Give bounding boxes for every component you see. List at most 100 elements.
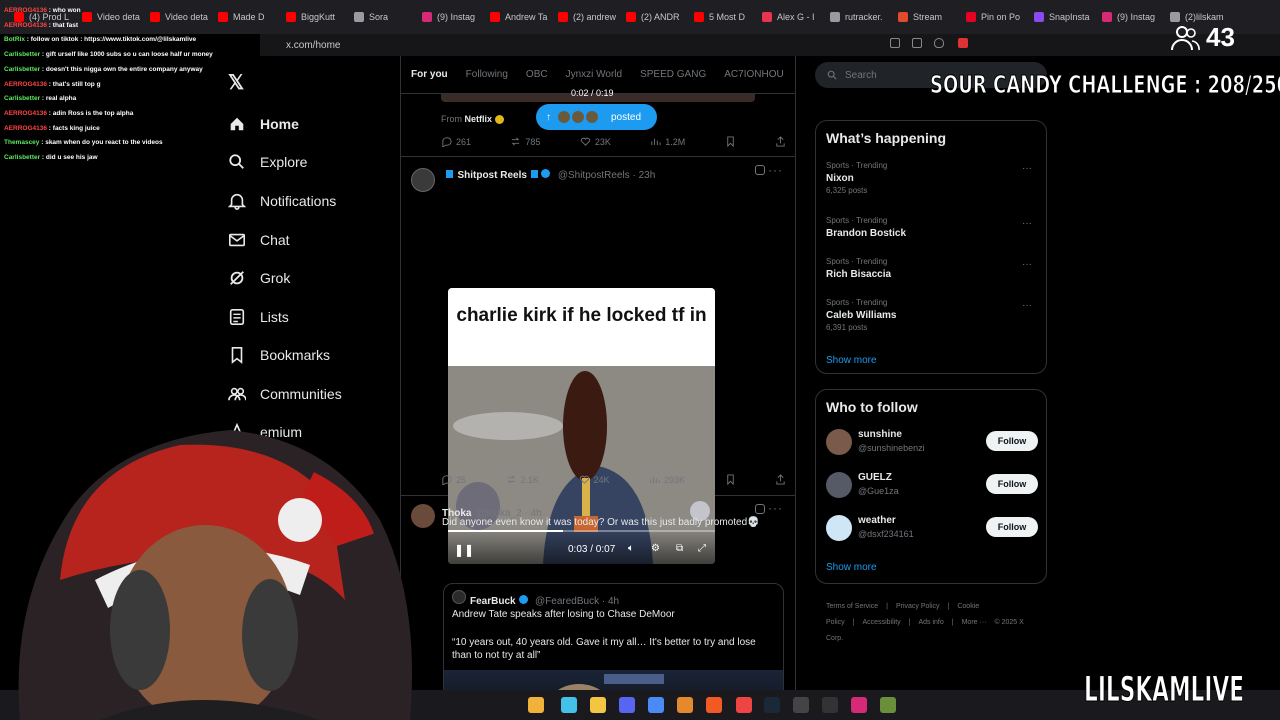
author-handle[interactable]: @ShitpostReels · 23h xyxy=(558,170,655,181)
avatar[interactable] xyxy=(411,168,435,192)
feed-tab[interactable]: Following xyxy=(466,69,508,80)
media-icon[interactable] xyxy=(880,697,896,713)
follow-button[interactable]: Follow xyxy=(986,517,1038,537)
sidebar-item-grok[interactable]: Grok xyxy=(228,269,290,287)
browser-tab[interactable]: SnapInsta xyxy=(1026,4,1094,30)
extension-icon[interactable] xyxy=(958,38,968,48)
trend-item[interactable]: Sports · Trending Rich Bisaccia ··· xyxy=(826,257,1038,280)
folder-icon[interactable] xyxy=(590,697,606,713)
from-name[interactable]: Netflix xyxy=(465,114,493,124)
share-button[interactable] xyxy=(775,474,786,485)
follow-suggestion[interactable]: GUELZ @Gue1za Follow xyxy=(826,470,1038,502)
brave-icon[interactable] xyxy=(706,697,722,713)
4k-icon[interactable] xyxy=(822,697,838,713)
reply-button[interactable]: 25 xyxy=(441,474,466,485)
more-icon[interactable]: ··· xyxy=(768,163,783,177)
trend-item[interactable]: Sports · Trending Nixon 6,325 posts ··· xyxy=(826,161,1038,195)
instagram-icon[interactable] xyxy=(851,697,867,713)
more-icon[interactable]: ··· xyxy=(768,501,783,515)
like-button[interactable]: 24K xyxy=(579,474,610,485)
feed-tab[interactable]: Jynxzi World xyxy=(566,69,623,80)
more-icon[interactable]: ··· xyxy=(1022,218,1032,229)
discord-icon[interactable] xyxy=(619,697,635,713)
address-bar[interactable]: x.com/home xyxy=(260,34,1280,56)
grok-icon[interactable] xyxy=(755,165,765,175)
author-name[interactable]: Shitpost Reels xyxy=(457,170,526,181)
follow-suggestion[interactable]: sunshine @sunshinebenzi Follow xyxy=(826,427,1038,459)
shield-icon[interactable] xyxy=(934,38,944,48)
sidebar-item-chat[interactable]: Chat xyxy=(228,231,290,249)
new-posts-pill[interactable]: ↑ posted xyxy=(536,104,657,130)
reply-button[interactable]: 261 xyxy=(441,136,471,147)
avatar[interactable] xyxy=(826,429,852,455)
steam-icon[interactable] xyxy=(764,697,780,713)
sidebar-item-notifications[interactable]: Notifications xyxy=(228,192,336,210)
account-name[interactable]: sunshine xyxy=(858,429,902,440)
sidebar-item-lists[interactable]: Lists xyxy=(228,308,289,326)
quote-author[interactable]: FearBuck xyxy=(470,596,516,607)
browser-tab[interactable]: (2) ANDR xyxy=(618,4,686,30)
quoted-post[interactable]: FearBuck @FearedBuck · 4h Andrew Tate sp… xyxy=(443,583,784,690)
quote-media[interactable] xyxy=(444,670,783,690)
browser-tab[interactable]: Alex G - I xyxy=(754,4,822,30)
store-icon[interactable] xyxy=(648,697,664,713)
feed-tab[interactable]: For you xyxy=(411,69,448,80)
browser-tab[interactable]: rutracker. xyxy=(822,4,890,30)
account-name[interactable]: GUELZ xyxy=(858,472,892,483)
copilot-icon[interactable] xyxy=(561,697,577,713)
browser-tab[interactable]: Sora xyxy=(346,4,414,30)
footer-link[interactable]: Privacy Policy xyxy=(896,603,940,610)
show-more-link[interactable]: Show more xyxy=(826,355,877,366)
feed-tab[interactable]: AC7IONHOU xyxy=(724,69,783,80)
follow-button[interactable]: Follow xyxy=(986,431,1038,451)
browser-tab[interactable]: (9) Instag xyxy=(414,4,482,30)
trend-item[interactable]: Sports · Trending Brandon Bostick ··· xyxy=(826,216,1038,239)
views-button[interactable]: 1.2M xyxy=(650,136,685,147)
footer-link[interactable]: Ads info xyxy=(918,619,943,626)
chrome-icon[interactable] xyxy=(736,697,752,713)
account-handle[interactable]: @sunshinebenzi xyxy=(858,443,925,453)
more-icon[interactable]: ··· xyxy=(1022,259,1032,270)
post-thoka[interactable]: Thoka @thoka_2 · 4h ··· Did anyone even … xyxy=(401,496,795,690)
avatar[interactable] xyxy=(826,472,852,498)
repost-button[interactable]: 785 xyxy=(510,136,540,147)
browser-tab[interactable]: 5 Most D xyxy=(686,4,754,30)
cast-icon[interactable] xyxy=(890,38,900,48)
browser-tab[interactable]: BiggKutt xyxy=(278,4,346,30)
avatar[interactable] xyxy=(452,590,466,604)
more-icon[interactable]: ··· xyxy=(1022,163,1032,174)
repost-button[interactable]: 2.1K xyxy=(506,474,539,485)
account-name[interactable]: weather xyxy=(858,515,896,526)
url-text[interactable]: x.com/home xyxy=(286,40,340,51)
share-icon[interactable] xyxy=(912,38,922,48)
account-handle[interactable]: @Gue1za xyxy=(858,486,899,496)
grok-icon[interactable] xyxy=(755,504,765,514)
feed-tab[interactable]: OBC xyxy=(526,69,548,80)
like-button[interactable]: 23K xyxy=(580,136,611,147)
bookmark-button[interactable] xyxy=(725,136,736,147)
quote-handle[interactable]: @FearedBuck · 4h xyxy=(535,596,619,607)
follow-button[interactable]: Follow xyxy=(986,474,1038,494)
account-handle[interactable]: @dsxf234161 xyxy=(858,529,914,539)
views-button[interactable]: 293K xyxy=(649,474,685,485)
more-icon[interactable]: ··· xyxy=(1022,300,1032,311)
browser-tab[interactable]: (9) Instag xyxy=(1094,4,1162,30)
trend-item[interactable]: Sports · Trending Caleb Williams 6,391 pos… xyxy=(826,298,1038,332)
browser-tab[interactable]: Andrew Ta xyxy=(482,4,550,30)
browser-tab[interactable]: (2) andrew xyxy=(550,4,618,30)
avatar[interactable] xyxy=(826,515,852,541)
shield-icon[interactable] xyxy=(677,697,693,713)
footer-link[interactable]: Terms of Service xyxy=(826,603,878,610)
bookmark-button[interactable] xyxy=(725,474,736,485)
browser-tab[interactable]: Stream xyxy=(890,4,958,30)
post-shitpost-reels[interactable]: Shitpost Reels @ShitpostReels · 23h ··· … xyxy=(401,157,795,564)
share-button[interactable] xyxy=(775,136,786,147)
footer-link[interactable]: Accessibility xyxy=(863,619,901,626)
app-icon[interactable] xyxy=(793,697,809,713)
follow-suggestion[interactable]: weather @dsxf234161 Follow xyxy=(826,513,1038,545)
footer-link[interactable]: More ··· xyxy=(962,619,987,626)
file-icon[interactable] xyxy=(528,697,544,713)
feed-tab[interactable]: SPEED GANG xyxy=(640,69,706,80)
show-more-link[interactable]: Show more xyxy=(826,562,877,573)
browser-tab[interactable]: Pin on Po xyxy=(958,4,1026,30)
